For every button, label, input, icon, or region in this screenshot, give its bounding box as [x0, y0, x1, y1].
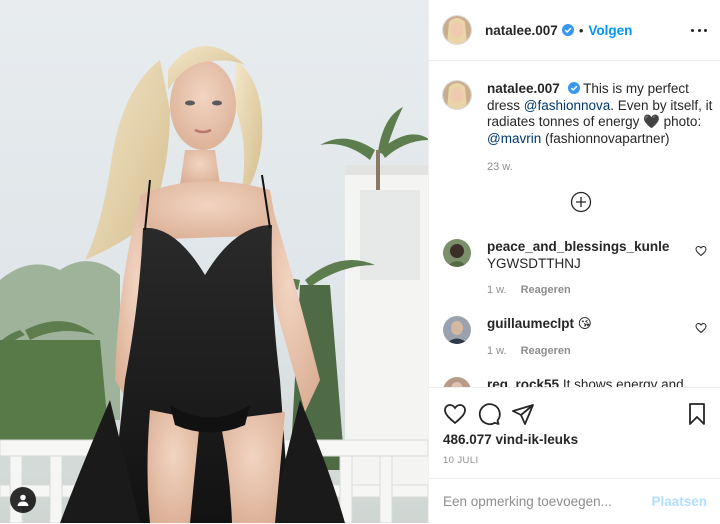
comment-item: guillaumeclpt 😘 1 w. Reageren [443, 316, 713, 357]
post-header: natalee.007 • Volgen [429, 0, 720, 61]
author-username[interactable]: natalee.007 [485, 23, 558, 38]
comment-body: reg_rock55 It shows energy and [487, 377, 697, 387]
user-tag-button[interactable] [10, 487, 36, 513]
caption-mention-mavrin[interactable]: @mavrin [487, 131, 541, 146]
commenter-avatar[interactable] [443, 239, 471, 267]
separator-dot: • [578, 22, 584, 38]
caption-text: (fashionnovapartner) [544, 130, 670, 146]
comment-username[interactable]: guillaumeclpt [487, 316, 574, 331]
post-modal: natalee.007 • Volgen natalee.007 This is… [0, 0, 720, 523]
post-caption: natalee.007 This is my perfect dress @fa… [443, 81, 713, 176]
add-comment-bar: Plaatsen [429, 478, 720, 524]
comment-like-heart-icon[interactable] [695, 322, 707, 334]
likes-count[interactable]: 486.077 vind-ik-leuks [443, 432, 578, 447]
verified-badge-icon [567, 82, 580, 94]
comment-icon[interactable] [477, 402, 501, 426]
comment-like-heart-icon[interactable] [695, 245, 707, 257]
comment-timestamp[interactable]: 1 w. [487, 345, 507, 357]
reply-button[interactable]: Reageren [521, 284, 571, 296]
avatar-image [443, 377, 471, 387]
share-icon[interactable] [511, 402, 535, 426]
author-avatar[interactable] [443, 16, 471, 44]
commenter-avatar[interactable] [443, 377, 471, 387]
comment-text: 😘 [577, 316, 592, 331]
photo-image [0, 0, 428, 523]
comment-username[interactable]: reg_rock55 [487, 377, 559, 387]
action-icons [443, 402, 709, 426]
post-date[interactable]: 10 JULI [443, 455, 479, 466]
user-tag-icon [17, 494, 29, 506]
comments-list[interactable]: natalee.007 This is my perfect dress @fa… [429, 61, 720, 387]
post-comment-button[interactable]: Plaatsen [651, 494, 707, 509]
comment-username[interactable]: peace_and_blessings_kunle [487, 239, 669, 254]
caption-body: natalee.007 This is my perfect dress @fa… [487, 81, 713, 176]
caption-avatar[interactable] [443, 81, 471, 109]
load-more-icon[interactable] [570, 191, 592, 213]
more-options-icon[interactable] [691, 22, 707, 38]
avatar-image [443, 239, 471, 267]
verified-badge-icon [561, 24, 574, 36]
comment-body: guillaumeclpt 😘 1 w. Reageren [487, 316, 697, 357]
avatar-image [443, 316, 471, 344]
comment-item: reg_rock55 It shows energy and [443, 377, 713, 387]
caption-username[interactable]: natalee.007 [487, 81, 560, 96]
caption-timestamp[interactable]: 23 w. [487, 159, 713, 176]
reply-button[interactable]: Reageren [521, 345, 571, 357]
post-photo[interactable] [0, 0, 428, 523]
commenter-avatar[interactable] [443, 316, 471, 344]
comment-body: peace_and_blessings_kunle YGWSDTTHNJ 1 w… [487, 239, 697, 296]
comment-input[interactable] [443, 494, 652, 509]
comment-text: YGWSDTTHNJ [487, 255, 581, 271]
caption-mention-fashionnova[interactable]: @fashionnova [524, 98, 611, 113]
heart-icon[interactable] [443, 402, 467, 426]
comment-text: It shows energy and [562, 377, 684, 387]
avatar-image [443, 81, 471, 109]
follow-button[interactable]: Volgen [588, 23, 632, 38]
post-side-panel: natalee.007 • Volgen natalee.007 This is… [428, 0, 720, 523]
bookmark-icon[interactable] [685, 402, 709, 426]
comment-timestamp[interactable]: 1 w. [487, 284, 507, 296]
comment-item: peace_and_blessings_kunle YGWSDTTHNJ 1 w… [443, 239, 713, 296]
avatar-image [443, 16, 471, 44]
post-actions: 486.077 vind-ik-leuks 10 JULI Plaatsen [429, 387, 720, 523]
